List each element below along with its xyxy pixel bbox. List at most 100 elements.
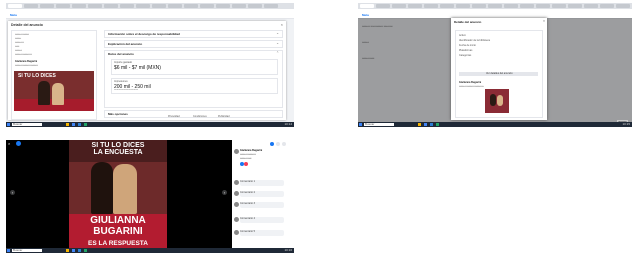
windows-start-icon[interactable]: [7, 249, 10, 252]
status-text: ▪▪▪▪▪▪▪▪▪▪▪▪▪▪▪▪: [15, 33, 30, 36]
section-disclaimer[interactable]: Información sobre el descargo de respons…: [104, 30, 283, 38]
browser-tab[interactable]: [376, 4, 390, 8]
browser-tab[interactable]: [168, 4, 182, 8]
avatar[interactable]: [234, 202, 239, 207]
browser-tab[interactable]: [568, 4, 582, 8]
taskbar-search[interactable]: Buscar: [364, 122, 394, 126]
browser-tab[interactable]: [104, 4, 118, 8]
section-label: Más opciones: [108, 112, 128, 116]
section-ad-data[interactable]: Datos del anuncio ⌃ Importe gastado $6 m…: [104, 50, 283, 108]
browser-tab[interactable]: [56, 4, 70, 8]
browser-tab[interactable]: [616, 4, 630, 8]
ad-image[interactable]: SI TU LO DICES: [14, 71, 94, 111]
comment-author[interactable]: Comentario 1: [240, 180, 255, 183]
browser-tab[interactable]: [536, 4, 550, 8]
browser-tab[interactable]: [472, 4, 486, 8]
browser-tab[interactable]: [120, 4, 134, 8]
browser-tab[interactable]: [200, 4, 214, 8]
windows-taskbar: Buscar 10:16: [6, 248, 294, 253]
stat-label: Impresiones: [114, 80, 128, 83]
messenger-icon[interactable]: [276, 142, 280, 146]
page-name[interactable]: Giulianna Bugarini: [240, 149, 262, 152]
stat-label: Importe gastado: [114, 61, 133, 64]
avatar[interactable]: [234, 180, 239, 185]
footer-link[interactable]: Condiciones: [193, 115, 207, 118]
avatar[interactable]: [234, 191, 239, 196]
account-icon[interactable]: [282, 142, 286, 146]
meta-top-bar: Meta: [6, 13, 294, 19]
browser-tab[interactable]: [216, 4, 230, 8]
comment-author[interactable]: Comentario 4: [240, 217, 255, 220]
next-arrow-icon[interactable]: ›: [222, 190, 227, 195]
detail-line: Categorías: [459, 54, 472, 57]
chrome-icon[interactable]: [72, 249, 75, 252]
browser-tab[interactable]: [440, 4, 454, 8]
browser-tab[interactable]: [184, 4, 198, 8]
excel-icon[interactable]: [84, 123, 87, 126]
browser-tab[interactable]: [408, 4, 422, 8]
poster-line-1: SI TU LO DICES: [91, 142, 145, 149]
browser-tab[interactable]: [152, 4, 166, 8]
browser-tab[interactable]: [24, 4, 38, 8]
see-ad-details-button[interactable]: Ver detalles del anuncio: [459, 72, 538, 76]
browser-tab[interactable]: [520, 4, 534, 8]
comment-author[interactable]: Comentario 5: [240, 230, 255, 233]
word-icon[interactable]: [78, 249, 81, 252]
avatar[interactable]: [234, 230, 239, 235]
footer-link[interactable]: Publicidad: [218, 115, 230, 118]
browser-tab[interactable]: [72, 4, 86, 8]
comment-author[interactable]: Comentario 2: [240, 191, 255, 194]
browser-tab[interactable]: [488, 4, 502, 8]
browser-tab[interactable]: [584, 4, 598, 8]
browser-tab[interactable]: [424, 4, 438, 8]
footer-link[interactable]: Privacidad: [168, 115, 180, 118]
chrome-icon[interactable]: [424, 123, 427, 126]
ad-image[interactable]: [485, 89, 509, 113]
avatar[interactable]: [234, 149, 239, 154]
detail-line: Fecha de inicio: [459, 44, 476, 47]
status-text: ▪▪▪▪▪▪▪▪▪▪▪▪▪▪▪▪▪▪▪: [15, 53, 32, 56]
meta-logo: Meta: [362, 13, 369, 17]
browser-tab[interactable]: [88, 4, 102, 8]
advertiser-name[interactable]: Giulianna Bugarini: [459, 81, 481, 84]
browser-tab[interactable]: [456, 4, 470, 8]
browser-tab[interactable]: [136, 4, 150, 8]
status-text: ▪▪▪▪▪▪▪▪▪▪: [15, 41, 24, 44]
windows-start-icon[interactable]: [7, 123, 10, 126]
word-icon[interactable]: [78, 123, 81, 126]
browser-tab[interactable]: [248, 4, 262, 8]
post-text: ▪▪▪▪▪▪▪▪▪▪▪▪▪: [240, 157, 252, 160]
browser-tab[interactable]: [552, 4, 566, 8]
advertiser-name[interactable]: Giulianna Bugarini: [15, 60, 37, 63]
facebook-logo-icon[interactable]: [16, 141, 21, 146]
windows-start-icon[interactable]: [359, 123, 362, 126]
close-icon[interactable]: ×: [543, 19, 545, 23]
notification-icon[interactable]: [270, 142, 274, 146]
taskbar-search[interactable]: Buscar: [12, 248, 42, 252]
excel-icon[interactable]: [436, 123, 439, 126]
amount-spent-box: Importe gastado $6 mil - $7 mil (MXN): [111, 59, 278, 75]
previous-arrow-icon[interactable]: ‹: [10, 190, 15, 195]
comment-author[interactable]: Comentario 3: [240, 202, 255, 205]
section-ad-explanation[interactable]: Explicación del anuncio ⌄: [104, 40, 283, 48]
browser-tab[interactable]: [232, 4, 246, 8]
browser-tab[interactable]: [360, 4, 374, 8]
browser-tab[interactable]: [504, 4, 518, 8]
excel-icon[interactable]: [84, 249, 87, 252]
word-icon[interactable]: [430, 123, 433, 126]
detail-line: Activo: [459, 34, 466, 37]
chrome-icon[interactable]: [72, 123, 75, 126]
taskbar-search[interactable]: Buscar: [12, 122, 42, 126]
close-icon[interactable]: ×: [281, 22, 283, 27]
folder-icon[interactable]: [418, 123, 421, 126]
close-icon[interactable]: ×: [8, 141, 10, 146]
browser-tab[interactable]: [392, 4, 406, 8]
folder-icon[interactable]: [66, 249, 69, 252]
avatar[interactable]: [234, 217, 239, 222]
browser-tab[interactable]: [264, 4, 278, 8]
browser-tab[interactable]: [8, 4, 22, 8]
browser-tab[interactable]: [40, 4, 54, 8]
folder-icon[interactable]: [66, 123, 69, 126]
taskbar-search-placeholder: Buscar: [13, 248, 23, 252]
browser-tab[interactable]: [600, 4, 614, 8]
